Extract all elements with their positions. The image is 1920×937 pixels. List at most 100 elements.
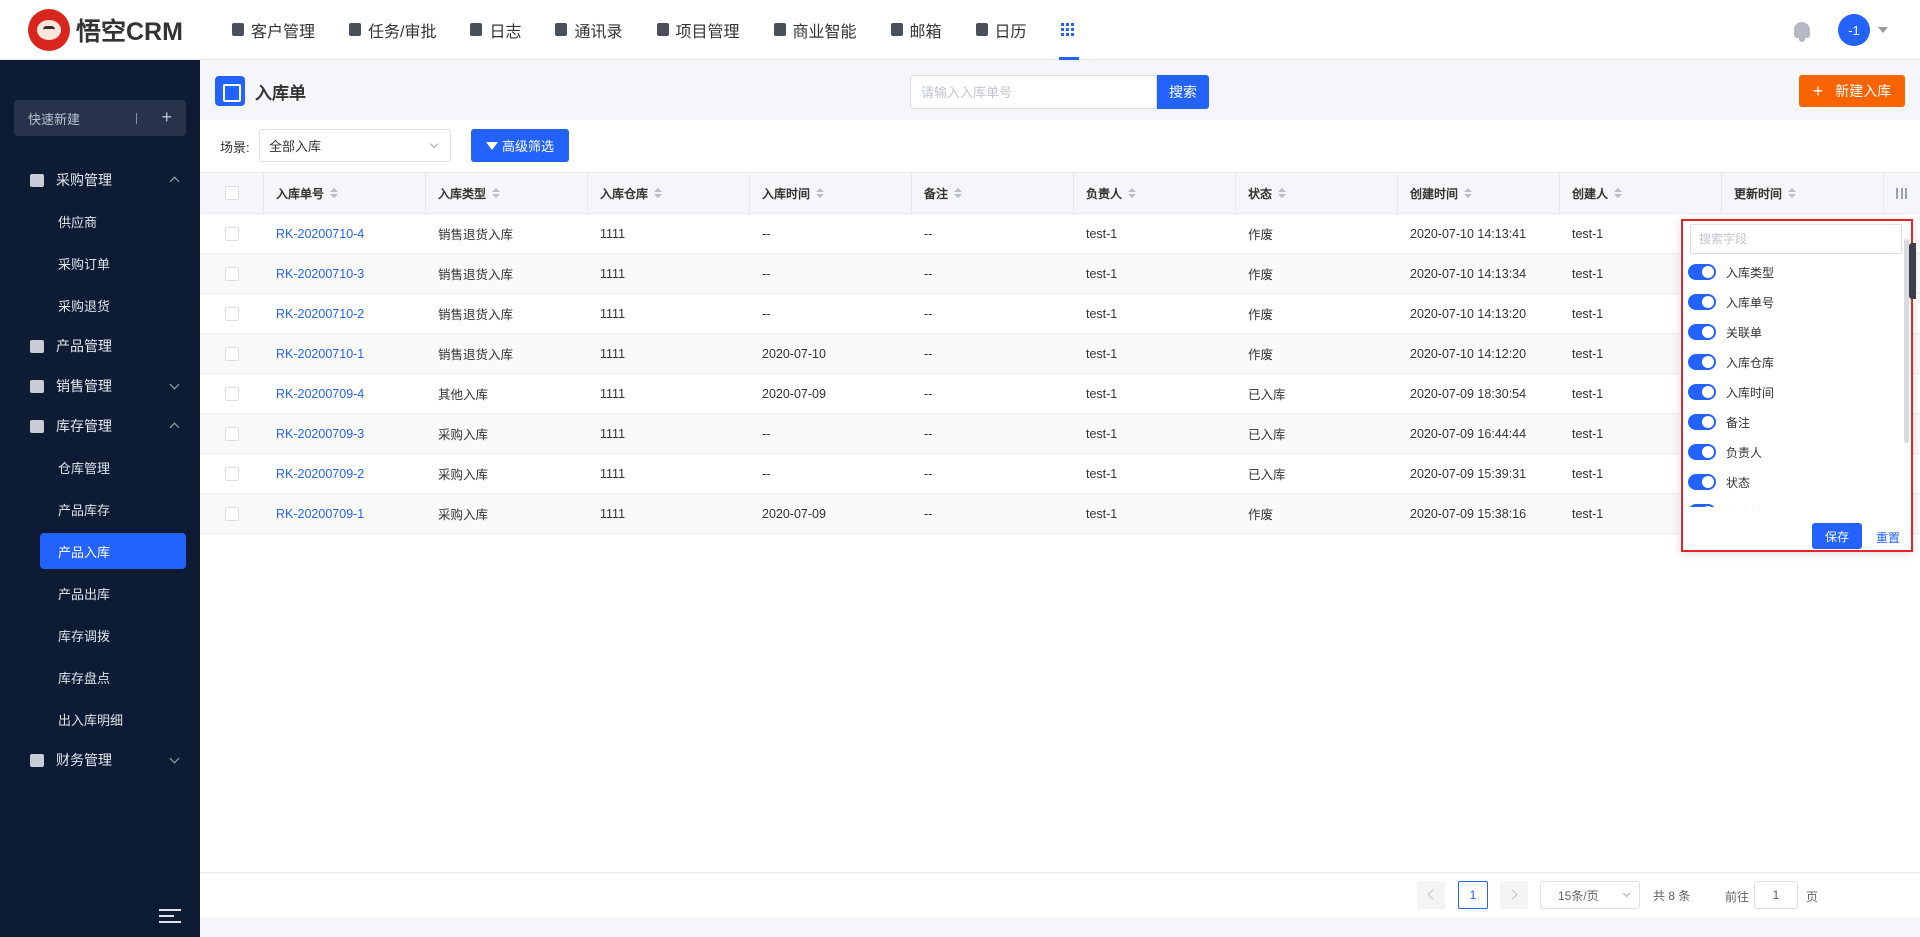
inbound-number-link[interactable]: RK-20200709-4 [264,374,426,413]
new-inbound-button[interactable]: + 新建入库 [1799,75,1905,107]
sidebar-item-product-stock[interactable]: 产品库存 [0,488,200,530]
column-header[interactable]: 入库仓库 [588,173,750,213]
sidebar-group-sales[interactable]: 销售管理 [0,366,200,406]
column-header[interactable]: 入库单号 [264,173,426,213]
nav-calendar[interactable]: 日历 [960,0,1045,60]
column-header[interactable]: 入库时间 [750,173,912,213]
row-checkbox[interactable] [225,466,239,481]
sidebar-group-finance[interactable]: 财务管理 [0,740,200,780]
bell-icon[interactable] [1794,22,1810,42]
save-button[interactable]: 保存 [1812,523,1862,549]
sidebar-group-purchase[interactable]: 采购管理 [0,160,200,200]
column-header[interactable]: 备注 [912,173,1074,213]
sidebar-item-warehouse[interactable]: 仓库管理 [0,446,200,488]
sort-icon[interactable] [954,188,963,198]
field-toggle-switch[interactable] [1688,474,1716,490]
nav-apps[interactable] [1045,0,1093,60]
sidebar-item-stock-check[interactable]: 库存盘点 [0,656,200,698]
row-checkbox[interactable] [225,506,239,521]
sidebar-group-inventory[interactable]: 库存管理 [0,406,200,446]
field-toggle-switch[interactable] [1688,264,1716,280]
user-avatar[interactable]: -1 [1838,14,1870,46]
nav-mail[interactable]: 邮箱 [875,0,960,60]
inbound-number-link[interactable]: RK-20200709-2 [264,454,426,493]
sidebar-item-product-inbound[interactable]: 产品入库 [40,533,186,569]
nav-customer[interactable]: 客户管理 [216,0,333,60]
sidebar-item-stock-detail[interactable]: 出入库明细 [0,698,200,740]
sidebar-group-product[interactable]: 产品管理 [0,326,200,366]
sidebar-item-stock-transfer[interactable]: 库存调拨 [0,614,200,656]
page-size-select[interactable]: 15条/页 [1540,881,1640,909]
goto-page-input[interactable] [1754,881,1798,909]
inbound-number-link[interactable]: RK-20200710-1 [264,334,426,373]
row-checkbox[interactable] [225,266,239,281]
caret-down-icon[interactable] [1878,27,1888,33]
column-header[interactable]: 创建时间 [1398,173,1560,213]
next-page-button[interactable] [1500,881,1528,909]
plus-icon[interactable]: + [161,108,172,126]
quick-create[interactable]: 快速新建 + [14,100,186,136]
table-row[interactable]: RK-20200709-3 采购入库 1111 -- -- test-1 已入库 2020-0… [200,414,1920,454]
nav-tasks[interactable]: 任务/审批 [333,0,454,60]
inbound-number-link[interactable]: RK-20200710-2 [264,294,426,333]
field-toggle-switch[interactable] [1688,324,1716,340]
field-toggle-switch[interactable] [1688,504,1716,507]
column-header[interactable]: 创建人 [1560,173,1722,213]
column-settings-icon[interactable] [1896,187,1907,199]
inbound-number-link[interactable]: RK-20200709-1 [264,494,426,533]
table-row[interactable]: RK-20200709-1 采购入库 1111 2020-07-09 -- test-1 作… [200,494,1920,534]
sort-icon[interactable] [330,188,339,198]
reset-link[interactable]: 重置 [1876,529,1900,546]
field-toggle-switch[interactable] [1688,294,1716,310]
row-checkbox[interactable] [225,306,239,321]
sort-icon[interactable] [1788,188,1797,198]
column-header[interactable]: 负责人 [1074,173,1236,213]
sort-icon[interactable] [1464,188,1473,198]
field-toggle-switch[interactable] [1688,444,1716,460]
field-toggle-switch[interactable] [1688,354,1716,370]
column-header[interactable]: 入库类型 [426,173,588,213]
search-input[interactable] [910,75,1157,109]
advanced-filter-button[interactable]: 高级筛选 [471,129,569,162]
row-checkbox[interactable] [225,386,239,401]
collapse-menu-icon[interactable] [159,909,181,923]
prev-page-button[interactable] [1417,881,1445,909]
sort-icon[interactable] [654,188,663,198]
table-row[interactable]: RK-20200709-4 其他入库 1111 2020-07-09 -- test-1 已… [200,374,1920,414]
select-all-checkbox[interactable] [225,186,239,200]
nav-contacts[interactable]: 通讯录 [539,0,640,60]
row-checkbox[interactable] [225,226,239,241]
search-button[interactable]: 搜索 [1157,75,1209,109]
row-checkbox[interactable] [225,426,239,441]
inbound-number-link[interactable]: RK-20200710-3 [264,254,426,293]
brand-logo[interactable]: 悟空CRM [28,8,216,51]
field-toggle-switch[interactable] [1688,384,1716,400]
table-row[interactable]: RK-20200710-1 销售退货入库 1111 2020-07-10 -- test-… [200,334,1920,374]
row-checkbox[interactable] [225,346,239,361]
sidebar-item-supplier[interactable]: 供应商 [0,200,200,242]
table-row[interactable]: RK-20200710-3 销售退货入库 1111 -- -- test-1 作废 2020-… [200,254,1920,294]
field-search-input[interactable] [1690,224,1902,254]
sort-icon[interactable] [816,188,825,198]
column-header[interactable]: 状态 [1236,173,1398,213]
column-settings-cell[interactable] [1884,173,1920,213]
column-header[interactable]: 更新时间 [1722,173,1884,213]
nav-projects[interactable]: 项目管理 [641,0,758,60]
table-row[interactable]: RK-20200709-2 采购入库 1111 -- -- test-1 已入库 2020-0… [200,454,1920,494]
scene-select[interactable]: 全部入库 [259,129,451,162]
sidebar-item-purchase-order[interactable]: 采购订单 [0,242,200,284]
inbound-number-link[interactable]: RK-20200710-4 [264,214,426,253]
sidebar-item-product-outbound[interactable]: 产品出库 [0,572,200,614]
sort-icon[interactable] [1614,188,1623,198]
edge-scroll-tab[interactable] [1909,243,1916,299]
sort-icon[interactable] [492,188,501,198]
inbound-number-link[interactable]: RK-20200709-3 [264,414,426,453]
field-toggle-switch[interactable] [1688,414,1716,430]
current-page[interactable]: 1 [1458,881,1488,909]
sidebar-item-purchase-return[interactable]: 采购退货 [0,284,200,326]
nav-bi[interactable]: 商业智能 [758,0,875,60]
nav-log[interactable]: 日志 [454,0,539,60]
sort-icon[interactable] [1128,188,1137,198]
sort-icon[interactable] [1278,188,1287,198]
table-row[interactable]: RK-20200710-2 销售退货入库 1111 -- -- test-1 作废 2020-… [200,294,1920,334]
